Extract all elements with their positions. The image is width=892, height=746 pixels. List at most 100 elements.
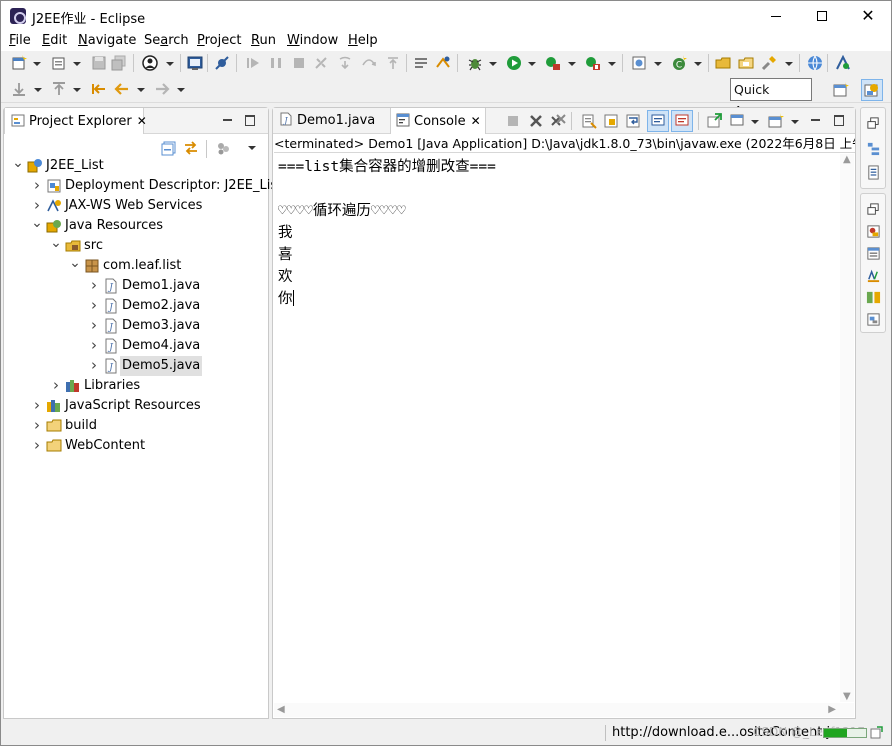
step-into-icon[interactable] <box>337 55 353 71</box>
minimize-view-button[interactable] <box>221 113 235 127</box>
open-perspective-button[interactable] <box>830 79 852 101</box>
chevron-right-icon[interactable]: › <box>88 356 100 375</box>
debug-dropdown-arrow[interactable] <box>489 62 497 66</box>
last-edit-location-icon[interactable] <box>91 81 107 97</box>
new-project-icon[interactable] <box>51 55 67 71</box>
show-console-on-stdout-button[interactable] <box>647 110 669 132</box>
run-dropdown-arrow[interactable] <box>528 62 536 66</box>
tab-console[interactable]: Console ✕ <box>390 108 486 134</box>
tree-item-javascript-resources[interactable]: › JavaScript Resources <box>4 396 266 416</box>
scroll-up-arrow-icon[interactable]: ▲ <box>843 154 851 165</box>
markers-icon[interactable] <box>866 224 881 239</box>
tree-item-deployment-descriptor-j2ee-list[interactable]: › Deployment Descriptor: J2EE_List <box>4 176 282 196</box>
run-last-tool-icon[interactable] <box>435 55 451 71</box>
terminate-icon[interactable] <box>291 55 307 71</box>
tab-project-explorer[interactable]: Project Explorer ✕ <box>4 108 147 134</box>
data-source-explorer-icon[interactable] <box>866 290 881 305</box>
open-console-icon[interactable] <box>768 113 784 129</box>
status-progress-bar[interactable] <box>823 728 867 738</box>
remove-all-terminated-icon[interactable] <box>550 113 566 129</box>
tree-item-build[interactable]: › build <box>4 416 266 436</box>
tree-item-j2ee-list[interactable]: ⌄ J2EE_List <box>4 156 266 176</box>
menu-file[interactable]: File <box>9 33 31 48</box>
collapse-all-icon[interactable] <box>161 140 177 156</box>
forward-dropdown-arrow[interactable] <box>177 88 185 92</box>
chevron-down-icon[interactable]: ⌄ <box>50 236 62 250</box>
maximize-console-button[interactable] <box>832 113 846 127</box>
tree-item-demo1-java[interactable]: › J Demo1.java <box>4 276 266 296</box>
back-icon[interactable] <box>114 81 130 97</box>
console-output[interactable]: ===list集合容器的增删改查=== ♡♡♡♡循环遍历♡♡♡♡ 我 喜 欢 你 <box>278 156 838 310</box>
restore-icon[interactable] <box>866 116 881 131</box>
open-type-icon[interactable] <box>715 55 731 71</box>
new-dropdown-arrow[interactable] <box>33 62 41 66</box>
chevron-down-icon[interactable]: ⌄ <box>31 216 43 230</box>
open-console-dropdown-arrow[interactable] <box>791 120 799 124</box>
menu-run[interactable]: Run <box>251 33 276 48</box>
display-selected-console-icon[interactable] <box>729 113 745 129</box>
chevron-right-icon[interactable]: › <box>88 296 100 315</box>
skip-breakpoints-icon[interactable] <box>214 55 230 71</box>
chevron-right-icon[interactable]: › <box>88 276 100 295</box>
menu-navigate[interactable]: Navigate <box>78 33 136 48</box>
new-class-dropdown-arrow[interactable] <box>694 62 702 66</box>
properties-icon[interactable] <box>866 246 881 261</box>
run-on-server-icon[interactable] <box>835 55 851 71</box>
chevron-right-icon[interactable]: › <box>88 336 100 355</box>
minimize-button[interactable] <box>753 1 799 31</box>
tree-item-libraries[interactable]: › Libraries <box>4 376 266 396</box>
quick-access-input[interactable]: Quick Access <box>730 78 812 118</box>
menu-edit[interactable]: Edit <box>42 33 67 48</box>
resume-icon[interactable] <box>245 55 261 71</box>
chevron-down-icon[interactable]: ⌄ <box>12 156 24 170</box>
menu-search[interactable]: Search <box>144 33 189 48</box>
console-vertical-scrollbar[interactable]: ▲ ▼ <box>840 154 854 702</box>
search-dropdown-arrow[interactable] <box>785 62 793 66</box>
terminal-icon[interactable] <box>187 55 203 71</box>
tree-item-demo2-java[interactable]: › J Demo2.java <box>4 296 266 316</box>
use-step-filters-icon[interactable] <box>413 55 429 71</box>
jee-perspective-button[interactable] <box>861 79 883 101</box>
forward-icon[interactable] <box>154 81 170 97</box>
account-dropdown-arrow[interactable] <box>166 62 174 66</box>
terminate-console-icon[interactable] <box>505 113 521 129</box>
link-with-editor-icon[interactable] <box>183 140 199 156</box>
step-return-icon[interactable] <box>385 55 401 71</box>
restore-bottom-icon[interactable] <box>866 202 881 217</box>
close-button[interactable]: ✕ <box>845 1 891 31</box>
tree-item-com-leaf-list[interactable]: ⌄ com.leaf.list <box>4 256 266 276</box>
search-flashlight-icon[interactable] <box>761 55 777 71</box>
outline-icon[interactable] <box>866 141 881 156</box>
account-icon[interactable] <box>142 55 158 71</box>
scroll-left-arrow-icon[interactable]: ◀ <box>277 704 285 715</box>
task-list-icon[interactable] <box>866 165 881 180</box>
word-wrap-icon[interactable] <box>625 113 641 129</box>
scroll-right-arrow-icon[interactable]: ▶ <box>828 704 836 715</box>
console-horizontal-scrollbar[interactable]: ◀ ▶ <box>274 703 854 717</box>
progress-view-icon[interactable] <box>870 726 883 739</box>
chevron-right-icon[interactable]: › <box>50 376 62 395</box>
scroll-down-arrow-icon[interactable]: ▼ <box>843 691 851 702</box>
web-browser-icon[interactable] <box>807 55 823 71</box>
maximize-view-button[interactable] <box>243 113 257 127</box>
tree-item-jax-ws-web-services[interactable]: › JAX-WS Web Services <box>4 196 266 216</box>
display-console-dropdown-arrow[interactable] <box>751 120 759 124</box>
chevron-right-icon[interactable]: › <box>31 436 43 455</box>
clear-console-icon[interactable] <box>581 113 597 129</box>
menu-project[interactable]: Project <box>197 33 242 48</box>
show-console-on-stderr-button[interactable] <box>671 110 693 132</box>
snippets-icon[interactable] <box>866 312 881 327</box>
focus-on-active-task-icon[interactable] <box>215 140 231 156</box>
back-dropdown-arrow[interactable] <box>137 88 145 92</box>
tree-item-demo3-java[interactable]: › J Demo3.java <box>4 316 266 336</box>
step-over-icon[interactable] <box>361 55 377 71</box>
tree-item-webcontent[interactable]: › WebContent <box>4 436 266 456</box>
previous-annotation-dropdown-arrow[interactable] <box>73 88 81 92</box>
menu-help[interactable]: Help <box>348 33 378 48</box>
maximize-button[interactable] <box>799 1 845 31</box>
new-icon[interactable] <box>11 55 27 71</box>
menu-window[interactable]: Window <box>287 33 338 48</box>
suspend-icon[interactable] <box>268 55 284 71</box>
chevron-right-icon[interactable]: › <box>31 396 43 415</box>
new-class-icon[interactable]: C <box>671 55 687 71</box>
